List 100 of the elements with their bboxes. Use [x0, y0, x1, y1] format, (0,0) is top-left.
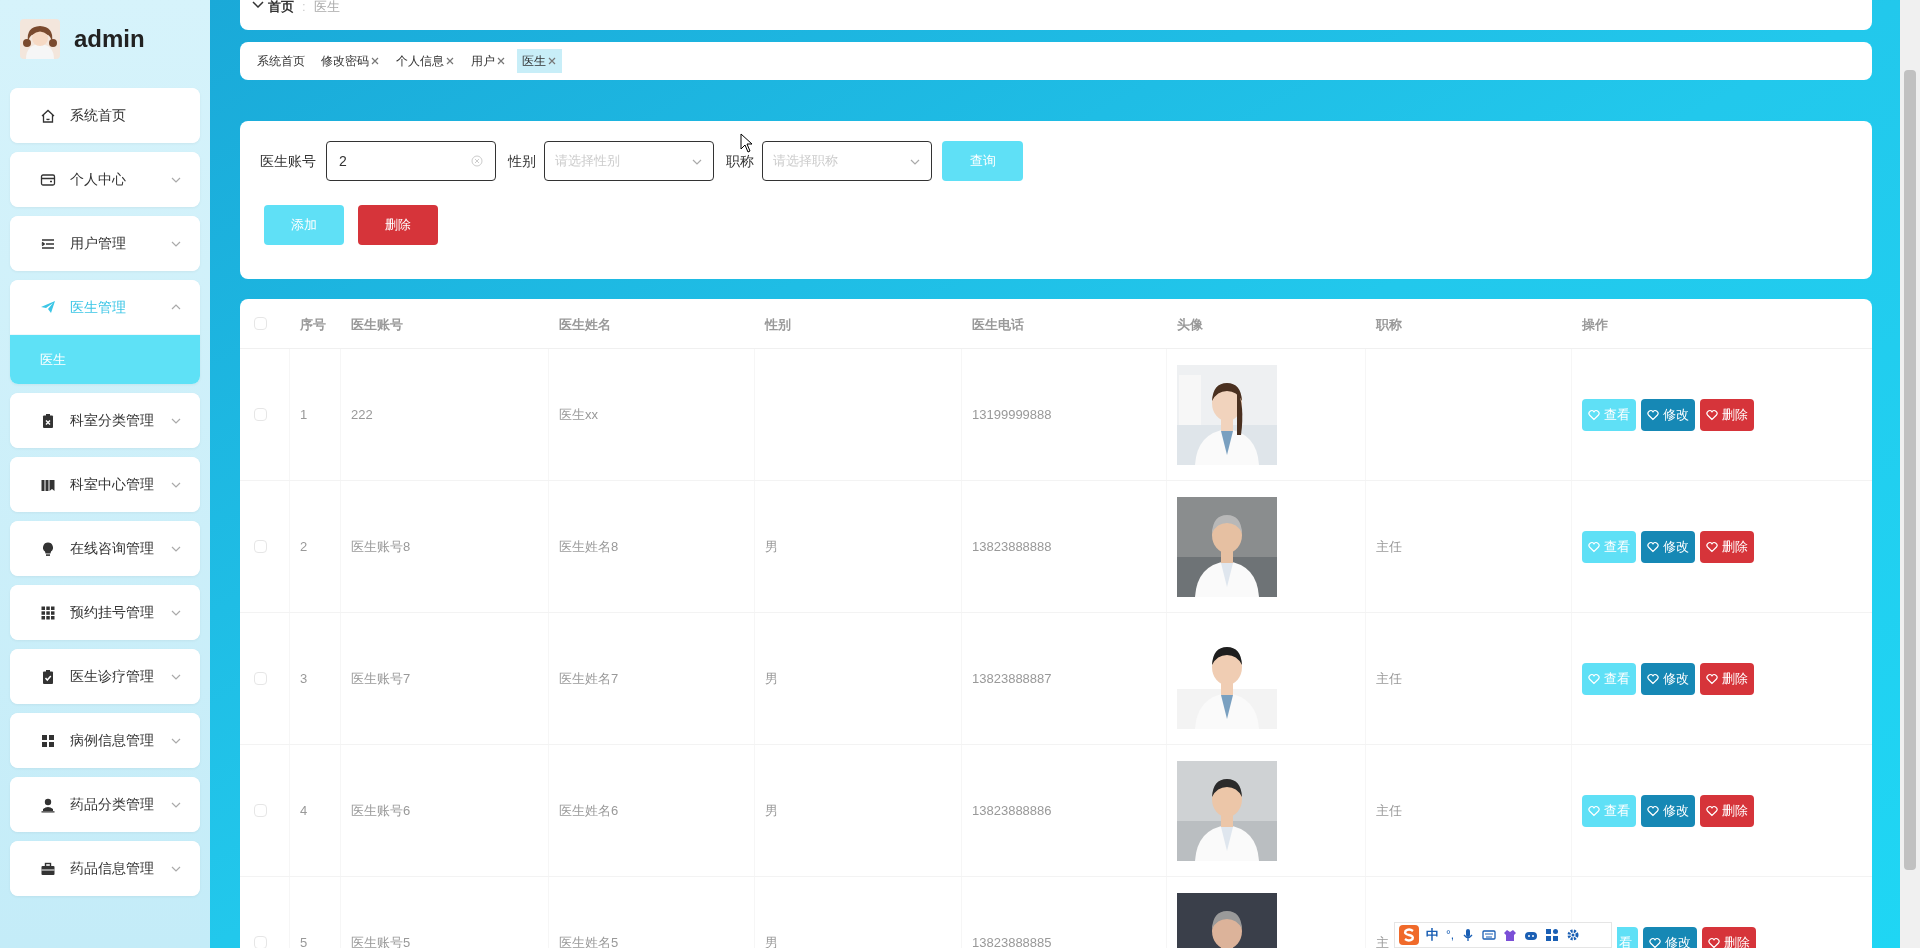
sidebar-item[interactable]: 药品分类管理 — [10, 777, 200, 832]
sidebar-item[interactable]: 医生诊疗管理 — [10, 649, 200, 704]
ime-mode[interactable]: 中 — [1426, 925, 1439, 945]
column-header: 序号 — [300, 316, 326, 332]
delete-button[interactable]: 删除 — [358, 205, 438, 245]
tab[interactable]: 医生 — [517, 49, 562, 73]
heart-icon — [1588, 540, 1600, 553]
heart-icon — [1706, 804, 1718, 817]
heart-icon — [1706, 408, 1718, 421]
keyboard-icon — [1482, 928, 1497, 942]
table-cell-text: 5 — [300, 933, 308, 948]
table-cell-text: 男 — [765, 933, 778, 948]
heart-icon — [1647, 540, 1659, 553]
search-field[interactable]: 2 — [326, 141, 496, 181]
sidebar-item[interactable]: 药品信息管理 — [10, 841, 200, 896]
column-header: 职称 — [1376, 316, 1402, 332]
scrollbar[interactable] — [1900, 0, 1920, 948]
checkbox[interactable] — [254, 540, 267, 553]
checkbox[interactable] — [254, 672, 267, 685]
shirt-icon — [1503, 928, 1518, 942]
table-cell-text: 13823888887 — [972, 669, 1052, 688]
sidebar-item[interactable]: 科室分类管理 — [10, 393, 200, 448]
apps-icon — [1545, 928, 1560, 942]
paper-plane-icon — [40, 299, 56, 315]
checkbox[interactable] — [254, 317, 267, 330]
table-cell-text: 2 — [300, 537, 308, 556]
edit-button[interactable]: 修改 — [1641, 794, 1695, 827]
settings-icon — [1566, 928, 1581, 942]
table-cell-text: 13823888885 — [972, 933, 1052, 948]
tab[interactable]: 用户 — [466, 49, 511, 73]
heart-icon — [1649, 936, 1661, 948]
edit-button[interactable]: 修改 — [1641, 398, 1695, 431]
tab[interactable]: 系统首页 — [252, 49, 310, 73]
tab[interactable]: 个人信息 — [391, 49, 460, 73]
table-cell-text: 3 — [300, 669, 308, 688]
sidebar-item[interactable]: 科室中心管理 — [10, 457, 200, 512]
delete-button[interactable]: 删除 — [1702, 926, 1756, 948]
table-cell-text: 男 — [765, 669, 778, 688]
breadcrumb-link[interactable]: 首页 — [268, 0, 294, 13]
delete-button[interactable]: 删除 — [1700, 530, 1754, 563]
table-cell-text: 医生账号7 — [351, 669, 411, 688]
ime-punctuation[interactable]: °, — [1446, 926, 1455, 944]
edit-button[interactable]: 修改 — [1641, 662, 1695, 695]
checkbox[interactable] — [254, 408, 267, 421]
table-cell-text: 主任 — [1376, 669, 1402, 688]
field-label: 职称 — [726, 151, 754, 171]
clipboard-check-icon — [40, 668, 56, 685]
heart-icon — [1588, 672, 1600, 685]
delete-button[interactable]: 删除 — [1700, 794, 1754, 827]
table-cell-text: 主 — [1376, 933, 1389, 948]
grid-icon — [40, 604, 56, 621]
table-cell-text: 男 — [765, 801, 778, 820]
table-cell-text: 4 — [300, 801, 308, 820]
sidebar-item[interactable]: 预约挂号管理 — [10, 585, 200, 640]
table-cell-text: 主任 — [1376, 537, 1402, 556]
table-cell-text: 13823888886 — [972, 801, 1052, 820]
table-cell-text: 男 — [765, 537, 778, 556]
avatar-icon — [20, 19, 60, 59]
table-cell-text: 医生账号6 — [351, 801, 411, 820]
heart-icon — [1706, 672, 1718, 685]
clipboard-icon — [40, 412, 56, 429]
table-cell-text: 医生姓名8 — [559, 537, 619, 556]
sidebar-item[interactable]: 个人中心 — [10, 152, 200, 207]
table-cell-text: 1 — [300, 405, 308, 424]
breadcrumb-separator: : — [302, 0, 306, 13]
sidebar-item[interactable]: 系统首页 — [10, 88, 200, 143]
briefcase-icon — [40, 860, 56, 877]
sidebar-item[interactable]: 在线咨询管理 — [10, 521, 200, 576]
app-title: admin — [74, 24, 145, 54]
table-cell-text: 13823888888 — [972, 537, 1052, 556]
table-cell-text: 222 — [351, 405, 373, 424]
delete-button[interactable]: 删除 — [1700, 662, 1754, 695]
column-header: 操作 — [1582, 316, 1608, 332]
table-cell-text: 医生姓名5 — [559, 933, 619, 948]
close-icon — [445, 56, 455, 66]
heart-icon — [1647, 408, 1659, 421]
table-cell-text: 医生账号5 — [351, 933, 411, 948]
delete-button[interactable]: 删除 — [1700, 398, 1754, 431]
chevron-down-icon — [252, 0, 264, 8]
home-icon — [40, 107, 56, 124]
ime-toolbar[interactable]: 中 °, — [1394, 922, 1612, 948]
edit-button[interactable]: 修改 — [1643, 926, 1697, 948]
field-label: 医生账号 — [260, 151, 316, 171]
table-cell-text: 主任 — [1376, 801, 1402, 820]
mouse-cursor-icon — [740, 133, 753, 153]
checkbox[interactable] — [254, 936, 267, 948]
edit-button[interactable]: 修改 — [1641, 530, 1695, 563]
tab[interactable]: 修改密码 — [316, 49, 385, 73]
checkbox[interactable] — [254, 804, 267, 817]
heart-icon — [1647, 672, 1659, 685]
field-label: 性别 — [508, 151, 536, 171]
close-icon — [496, 56, 506, 66]
heart-icon — [1708, 936, 1720, 948]
grid-icon — [40, 732, 56, 749]
sidebar-item[interactable]: 用户管理 — [10, 216, 200, 271]
close-icon — [547, 56, 557, 66]
sidebar-item[interactable]: 病例信息管理 — [10, 713, 200, 768]
column-header: 医生账号 — [351, 316, 403, 332]
table-cell-text: 医生姓名7 — [559, 669, 619, 688]
table-cell-text: 医生xx — [559, 405, 598, 424]
